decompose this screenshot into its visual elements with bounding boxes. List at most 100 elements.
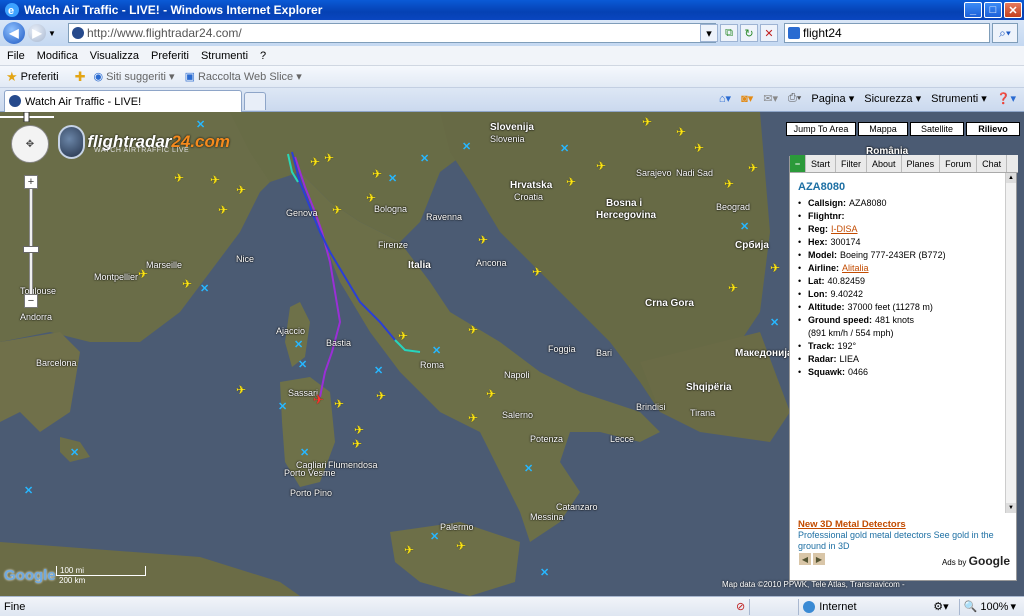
home-icon[interactable]: ⌂▾: [719, 92, 731, 105]
map-type-terrain[interactable]: Rilievo: [966, 122, 1020, 136]
plane-icon[interactable]: ✈: [354, 424, 364, 436]
tab-chat[interactable]: Chat: [977, 155, 1008, 172]
plane-icon[interactable]: ✈: [770, 262, 780, 274]
plane-icon[interactable]: ✈: [486, 388, 496, 400]
map-type-satellite[interactable]: Satellite: [910, 122, 964, 136]
station-marker-icon[interactable]: ✕: [560, 144, 569, 155]
compatibility-icon[interactable]: ⧉: [720, 24, 738, 42]
tab-filter[interactable]: Filter: [836, 155, 868, 172]
plane-icon[interactable]: ✈: [182, 278, 192, 290]
plane-icon[interactable]: ✈: [478, 234, 488, 246]
station-marker-icon[interactable]: ✕: [420, 154, 429, 165]
map-type-map[interactable]: Mappa: [858, 122, 908, 136]
station-marker-icon[interactable]: ✕: [740, 222, 749, 233]
search-field[interactable]: flight24: [784, 23, 990, 43]
plane-icon[interactable]: ✈: [174, 172, 184, 184]
station-marker-icon[interactable]: ✕: [300, 448, 309, 459]
safety-menu[interactable]: Sicurezza ▾: [864, 92, 921, 105]
station-marker-icon[interactable]: ✕: [294, 340, 303, 351]
plane-icon[interactable]: ✈: [210, 174, 220, 186]
ad-prev-icon[interactable]: ◀: [799, 553, 811, 565]
tab-watch-air-traffic[interactable]: Watch Air Traffic - LIVE!: [4, 90, 242, 112]
feeds-icon[interactable]: ◙▾: [741, 92, 753, 105]
refresh-icon[interactable]: ↻: [740, 24, 758, 42]
search-icon[interactable]: ⌕▾: [992, 23, 1018, 43]
station-marker-icon[interactable]: ✕: [200, 284, 209, 295]
tab-about[interactable]: About: [867, 155, 902, 172]
tools-menu[interactable]: Strumenti ▾: [931, 92, 987, 105]
plane-icon[interactable]: ✈: [468, 412, 478, 424]
detail-link[interactable]: Alitalia: [842, 262, 869, 275]
plane-icon[interactable]: ✈: [468, 324, 478, 336]
help-icon[interactable]: ❓▾: [997, 92, 1016, 105]
plane-icon[interactable]: ✈: [566, 176, 576, 188]
panel-scrollbar[interactable]: ▲ ▼: [1005, 173, 1016, 513]
close-button[interactable]: ✕: [1004, 2, 1022, 18]
forward-button[interactable]: ▶: [28, 24, 46, 42]
station-marker-icon[interactable]: ✕: [70, 448, 79, 459]
jump-to-area-button[interactable]: Jump To Area: [786, 122, 856, 136]
plane-icon[interactable]: ✈: [456, 540, 466, 552]
plane-icon[interactable]: ✈: [310, 156, 320, 168]
plane-icon[interactable]: ✈: [332, 204, 342, 216]
plane-icon[interactable]: ✈: [642, 116, 652, 128]
address-field[interactable]: http://www.flightradar24.com/: [68, 23, 716, 43]
favorites-button[interactable]: Preferiti: [21, 71, 59, 83]
plane-icon[interactable]: ✈: [398, 330, 408, 342]
new-tab-button[interactable]: [244, 92, 266, 110]
plane-icon[interactable]: ✈: [218, 204, 228, 216]
plane-icon[interactable]: ✈: [236, 384, 246, 396]
menu-file[interactable]: File: [7, 50, 25, 62]
plane-icon[interactable]: ✈: [366, 192, 376, 204]
zoom-slider-track[interactable]: [29, 180, 33, 300]
opacity-slider[interactable]: [0, 112, 54, 122]
station-marker-icon[interactable]: ✕: [432, 346, 441, 357]
webslice-button[interactable]: Raccolta Web Slice ▾: [198, 70, 302, 83]
plane-icon[interactable]: ✈: [236, 184, 246, 196]
plane-icon[interactable]: ✈: [404, 544, 414, 556]
tab-start[interactable]: Start: [806, 155, 837, 172]
plane-icon[interactable]: ✈: [376, 390, 386, 402]
plane-icon[interactable]: ✈: [324, 152, 334, 164]
menu-edit[interactable]: Modifica: [37, 50, 78, 62]
tab-forum[interactable]: Forum: [940, 155, 978, 172]
maximize-button[interactable]: □: [984, 2, 1002, 18]
plane-icon[interactable]: ✈: [372, 168, 382, 180]
zoom-control[interactable]: 🔍 100% ▾: [964, 600, 1016, 614]
ad-next-icon[interactable]: ▶: [813, 553, 825, 565]
plane-icon[interactable]: ✈: [676, 126, 686, 138]
pan-control[interactable]: ✥: [11, 125, 49, 163]
suggested-sites-button[interactable]: Siti suggeriti ▾: [106, 70, 175, 83]
scroll-down-icon[interactable]: ▼: [1006, 503, 1016, 513]
protected-mode-icon[interactable]: ⚙▾: [933, 600, 948, 613]
station-marker-icon[interactable]: ✕: [540, 568, 549, 579]
zoom-in-button[interactable]: +: [24, 175, 38, 189]
back-button[interactable]: ◀: [3, 22, 25, 44]
plane-icon[interactable]: ✈: [728, 282, 738, 294]
plane-icon[interactable]: ✈: [352, 438, 362, 450]
menu-help[interactable]: ?: [260, 50, 266, 62]
page-menu[interactable]: Pagina ▾: [811, 92, 854, 105]
ads-by-google[interactable]: Ads by Google: [942, 554, 1010, 568]
scroll-up-icon[interactable]: ▲: [1006, 173, 1016, 183]
zoom-out-button[interactable]: −: [24, 294, 38, 308]
plane-icon[interactable]: ✈: [532, 266, 542, 278]
station-marker-icon[interactable]: ✕: [524, 464, 533, 475]
mail-icon[interactable]: ✉▾: [763, 92, 778, 105]
address-dropdown-icon[interactable]: ▾: [700, 24, 718, 42]
minimize-button[interactable]: _: [964, 2, 982, 18]
station-marker-icon[interactable]: ✕: [388, 174, 397, 185]
plane-icon[interactable]: ✈: [138, 268, 148, 280]
print-icon[interactable]: ⎙▾: [788, 92, 801, 105]
station-marker-icon[interactable]: ✕: [24, 486, 33, 497]
station-marker-icon[interactable]: ✕: [770, 318, 779, 329]
tab-planes[interactable]: Planes: [902, 155, 941, 172]
plane-icon[interactable]: ✈: [724, 178, 734, 190]
add-favorite-icon[interactable]: ✚: [75, 69, 86, 85]
stop-icon[interactable]: ✕: [760, 24, 778, 42]
selected-flight-icon[interactable]: ✈: [313, 393, 324, 406]
station-marker-icon[interactable]: ✕: [462, 142, 471, 153]
station-marker-icon[interactable]: ✕: [278, 402, 287, 413]
menu-view[interactable]: Visualizza: [90, 50, 139, 62]
menu-favorites[interactable]: Preferiti: [151, 50, 189, 62]
